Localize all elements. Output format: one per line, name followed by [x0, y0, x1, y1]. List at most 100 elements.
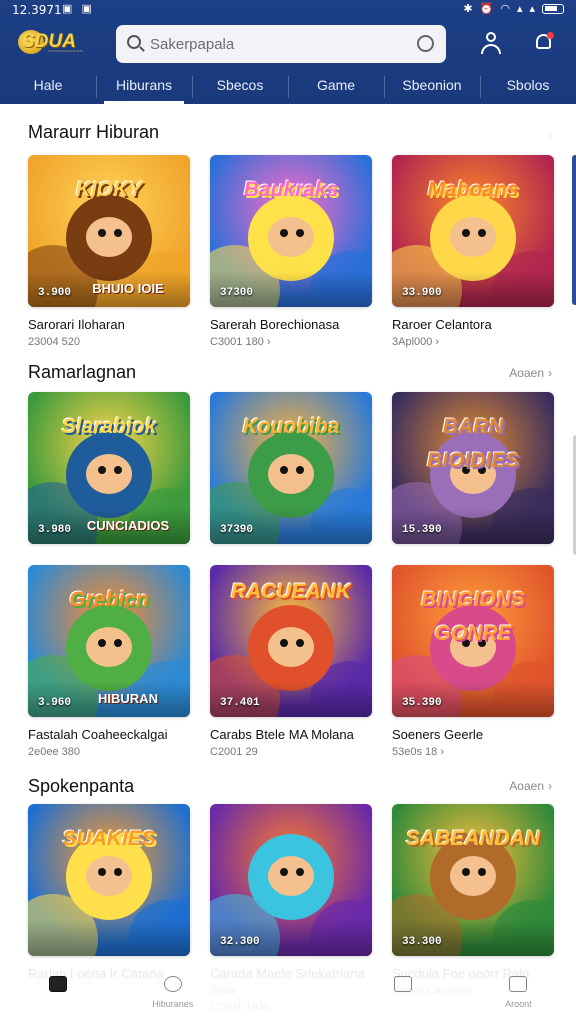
search-input[interactable] [150, 25, 410, 63]
game-thumbnail[interactable]: Baukraks 37300 [210, 155, 372, 307]
game-thumbnail[interactable]: Maboans 33.900 [392, 155, 554, 307]
game-card[interactable]: Slarabiok CUNCIADIOS 3.980 [28, 392, 190, 558]
tab-sbecos[interactable]: Sbecos [192, 68, 288, 104]
game-card[interactable]: Baukraks 37300 Sarerah Borechionasa C300… [210, 155, 372, 348]
game-thumbnail[interactable]: Grebicn HIBURAN 3.960 [28, 565, 190, 717]
game-score: 15.390 [402, 524, 442, 536]
game-logo-text [220, 822, 362, 856]
tab-hiburans[interactable]: Hiburans [96, 68, 192, 104]
voice-search-icon[interactable] [417, 35, 434, 52]
nav-home[interactable] [0, 962, 115, 1024]
alarm-icon: ⏰ [479, 3, 494, 15]
game-card[interactable]: Maboans 33.900 Raroer Celantora 3Apl000 … [392, 155, 554, 348]
tab-game[interactable]: Game [288, 68, 384, 104]
profile-icon[interactable] [479, 31, 503, 55]
notification-bell-icon[interactable] [532, 31, 556, 55]
game-score: 37300 [220, 287, 254, 299]
character-face [268, 627, 314, 667]
game-title[interactable]: Carabs Btele MA Molana [210, 727, 372, 742]
search-icon [127, 35, 141, 49]
game-thumbnail[interactable]: 32.300 [210, 804, 372, 956]
game-thumbnail[interactable]: SUAKIES [28, 804, 190, 956]
game-card[interactable]: KIOKY BHUIO IOIE 3.900 Sarorari Iloharan… [28, 155, 190, 348]
game-score: 33.900 [402, 287, 442, 299]
chevron-right-icon: › [548, 366, 552, 380]
bluetooth-icon: ✱ [463, 3, 473, 15]
games-icon [163, 976, 182, 992]
page: 12.3971 ▣ ▣ ✱ ⏰ ◠ ▴ ▴ SDUA ~~~~~~~~~~ Sa… [0, 0, 576, 1024]
game-score: 3.900 [38, 287, 72, 299]
game-logo-text: Grebicn [69, 588, 149, 611]
tab-hale[interactable]: Hale [0, 68, 96, 104]
notification-icons: ▣ ▣ [62, 3, 95, 15]
game-card[interactable]: Grebicn HIBURAN 3.960 Fastalah Coaheecka… [28, 565, 190, 758]
tab-divider [288, 76, 289, 98]
character-face [86, 627, 132, 667]
section-title: Ramarlagnan [28, 362, 137, 382]
character-eye [462, 868, 470, 876]
game-title[interactable]: Soeners Geerle [392, 727, 554, 742]
see-all-link[interactable]: Aoaen › [509, 779, 552, 793]
game-meta: 2e0ee 380 [28, 746, 80, 758]
character-face [268, 856, 314, 896]
app-header: 12.3971 ▣ ▣ ✱ ⏰ ◠ ▴ ▴ SDUA ~~~~~~~~~~ Sa… [0, 0, 576, 104]
tab-sbolos[interactable]: Sbolos [480, 68, 576, 104]
character-eye [98, 868, 106, 876]
tab-sbeonion[interactable]: Sbeonion [384, 68, 480, 104]
game-overlay-text: CUNCIADIOS [86, 518, 170, 533]
character-eye [98, 229, 106, 237]
game-score: 35.390 [402, 697, 442, 709]
chevron-right-icon: › [548, 779, 552, 793]
game-overlay-text [438, 279, 546, 299]
game-title[interactable]: Raroer Celantora [392, 317, 554, 332]
game-meta: 23004 520 [28, 336, 80, 348]
game-title[interactable]: Sarorari Iloharan [28, 317, 190, 332]
game-thumbnail[interactable]: Kouobiba 37390 [210, 392, 372, 544]
game-score: 32.300 [220, 936, 260, 948]
game-thumbnail[interactable]: SABEANDAN 33.300 [392, 804, 554, 956]
search-bar[interactable] [116, 25, 446, 63]
game-card[interactable]: SUAKIES Rarlan I oena Ir Carana [28, 804, 190, 985]
nav-hiburanes[interactable]: Hiburanes [115, 962, 230, 1024]
game-overlay-text [438, 516, 546, 536]
battery-icon [542, 3, 564, 14]
game-logo-text: Slarabiok [61, 415, 157, 438]
character-face [268, 454, 314, 494]
game-meta: 3Apl000 › [392, 336, 440, 348]
game-overlay-text [256, 516, 364, 536]
section-title: Maraurr Hiburan [28, 122, 160, 142]
character-eye [98, 639, 106, 647]
signal-icon: ▴ [516, 3, 523, 15]
game-card[interactable]: RACUEANK 37.401 Carabs Btele MA Molana C… [210, 565, 372, 758]
game-overlay-text [256, 279, 364, 299]
app-logo[interactable]: SDUA ~~~~~~~~~~ [18, 28, 98, 58]
game-thumbnail[interactable]: RACUEANK 37.401 [210, 565, 372, 717]
tab-divider [384, 76, 385, 98]
character-eye [296, 466, 304, 474]
game-overlay-text [256, 689, 364, 709]
game-thumbnail[interactable]: BARN BIOIDIES 15.390 [392, 392, 554, 544]
game-thumbnail[interactable]: Slarabiok CUNCIADIOS 3.980 [28, 392, 190, 544]
game-title[interactable]: Fastalah Coaheeckalgai [28, 727, 190, 742]
game-thumbnail[interactable]: BINGIONS GONRE 35.390 [392, 565, 554, 717]
game-logo-text: SABEANDAN [405, 827, 541, 850]
game-card[interactable]: BARN BIOIDIES 15.390 [392, 392, 554, 558]
next-card-peek[interactable] [572, 155, 576, 305]
game-overlay-text [438, 689, 546, 709]
character-face [86, 454, 132, 494]
character-eye [114, 639, 122, 647]
game-score: 3.960 [38, 697, 72, 709]
see-all-link[interactable]: › [544, 128, 552, 142]
see-all-link[interactable]: Aoaen › [509, 366, 552, 380]
character-eye [478, 229, 486, 237]
nav-account[interactable]: Aroont [461, 962, 576, 1024]
character-eye [98, 466, 106, 474]
game-title[interactable]: Sarerah Borechionasa [210, 317, 372, 332]
game-thumbnail[interactable]: KIOKY BHUIO IOIE 3.900 [28, 155, 190, 307]
game-card[interactable]: Kouobiba 37390 [210, 392, 372, 558]
nav-list[interactable] [346, 962, 461, 1024]
nav-library[interactable] [230, 962, 345, 1024]
section-title: Spokenpanta [28, 776, 135, 796]
game-logo-text: BINGIONS GONRE [421, 588, 525, 645]
game-card[interactable]: BINGIONS GONRE 35.390 Soeners Geerle 53e… [392, 565, 554, 758]
